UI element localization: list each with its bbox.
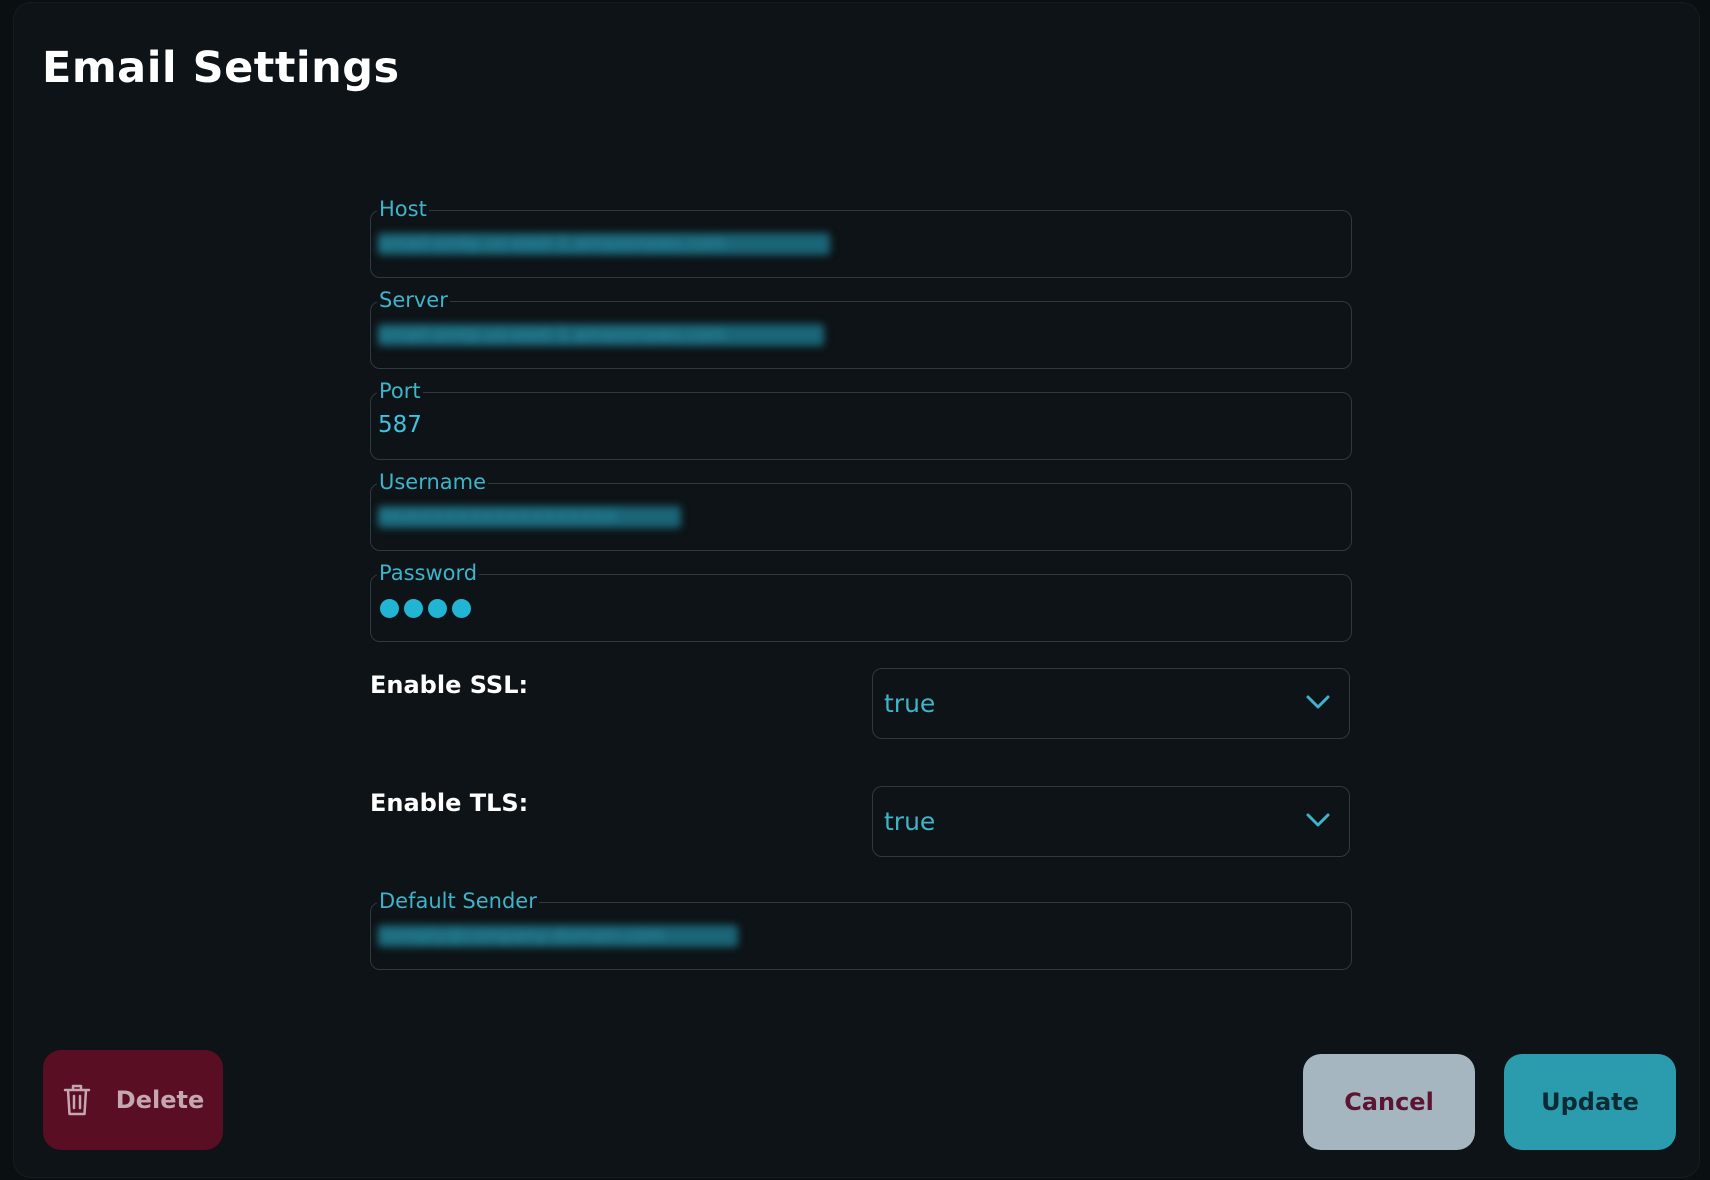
enable-tls-value: true [884, 807, 936, 836]
password-label: Password [377, 561, 480, 585]
dialog-title: Email Settings [42, 43, 400, 93]
enable-tls-select[interactable]: true [872, 786, 1350, 857]
delete-button[interactable]: Delete [43, 1050, 223, 1150]
port-label: Port [377, 379, 423, 403]
password-dot [404, 599, 423, 618]
chevron-down-icon [1306, 695, 1330, 709]
default-sender-label: Default Sender [377, 889, 539, 913]
chevron-down-icon [1306, 813, 1330, 827]
trash-icon [63, 1084, 91, 1116]
password-dot [380, 599, 399, 618]
enable-ssl-select[interactable]: true [872, 668, 1350, 739]
host-value: email-smtp.us-east-1.amazonaws.com [378, 233, 830, 255]
password-dot [428, 599, 447, 618]
username-label: Username [377, 470, 489, 494]
update-button-label: Update [1541, 1088, 1639, 1116]
cancel-button[interactable]: Cancel [1303, 1054, 1475, 1150]
email-settings-dialog: Email Settings Host email-smtp.us-east-1… [13, 2, 1700, 1178]
update-button[interactable]: Update [1504, 1054, 1676, 1150]
server-value: email-smtp.us-east-1.amazonaws.com [378, 324, 824, 346]
host-field[interactable]: Host email-smtp.us-east-1.amazonaws.com [370, 197, 1352, 278]
enable-ssl-value: true [884, 689, 936, 718]
password-dot [452, 599, 471, 618]
default-sender-value: noreply@company-domain.com [378, 925, 738, 947]
server-label: Server [377, 288, 450, 312]
delete-button-label: Delete [115, 1086, 205, 1114]
password-mask [380, 599, 471, 618]
server-field[interactable]: Server email-smtp.us-east-1.amazonaws.co… [370, 288, 1352, 369]
default-sender-field[interactable]: Default Sender noreply@company-domain.co… [370, 889, 1352, 970]
enable-ssl-label: Enable SSL: [370, 671, 529, 699]
username-field[interactable]: Username AKIAXXXXXXXXXXXXXXXX [370, 470, 1352, 551]
port-value: 587 [378, 412, 422, 438]
password-field[interactable]: Password [370, 561, 1352, 642]
port-field[interactable]: Port 587 [370, 379, 1352, 460]
host-label: Host [377, 197, 429, 221]
enable-tls-label: Enable TLS: [370, 789, 529, 817]
username-value: AKIAXXXXXXXXXXXXXXXX [378, 506, 681, 528]
cancel-button-label: Cancel [1344, 1088, 1434, 1116]
